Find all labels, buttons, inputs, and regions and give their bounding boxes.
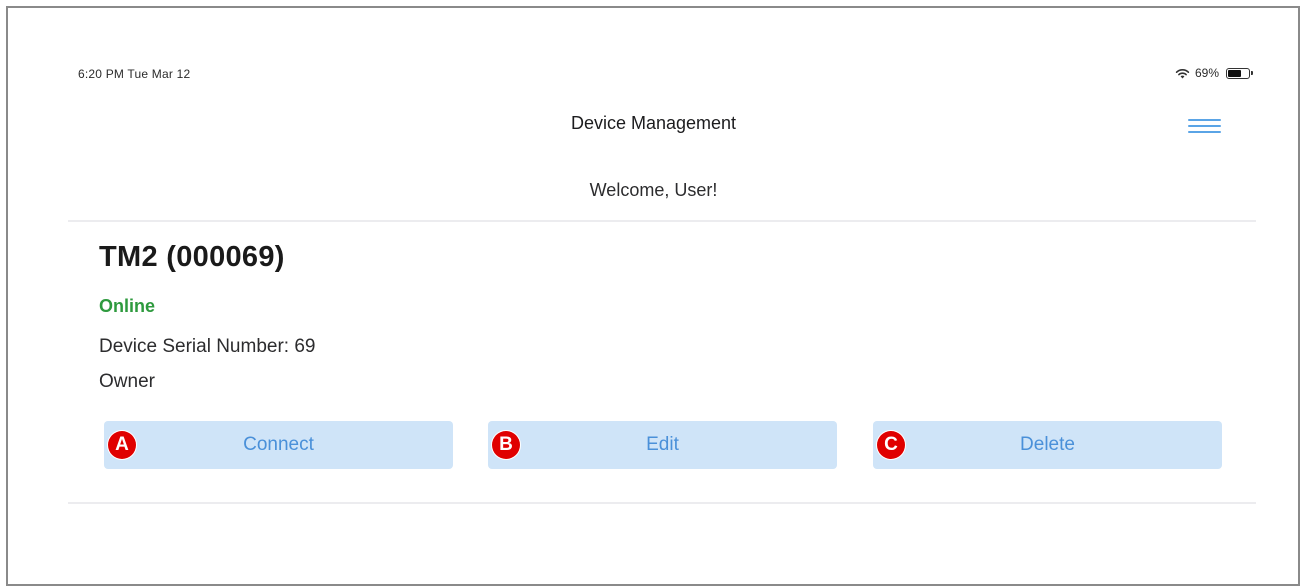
connect-button[interactable]: A Connect (104, 421, 453, 469)
welcome-message: Welcome, User! (589, 180, 718, 200)
status-time-date: 6:20 PM Tue Mar 12 (78, 67, 191, 81)
device-owner: Owner (99, 371, 155, 392)
edit-button-label: Edit (646, 434, 679, 455)
wifi-icon (1175, 68, 1190, 78)
screen-frame (6, 6, 1300, 586)
divider-bottom (68, 502, 1256, 504)
divider-top (68, 220, 1256, 222)
edit-button[interactable]: B Edit (488, 421, 837, 469)
connect-button-label: Connect (243, 434, 314, 455)
status-bar-right: 69% (1175, 66, 1253, 80)
hamburger-menu-icon[interactable] (1188, 115, 1222, 137)
battery-fill (1228, 69, 1241, 77)
battery-percent: 69% (1194, 66, 1219, 80)
device-serial-number: Device Serial Number: 69 (99, 336, 316, 357)
delete-button-label: Delete (1020, 434, 1075, 455)
delete-button[interactable]: C Delete (873, 421, 1222, 469)
device-name: TM2 (000069) (99, 241, 285, 273)
page-title: Device Management (570, 113, 737, 133)
device-status-badge: Online (99, 296, 156, 316)
battery-icon (1226, 67, 1253, 79)
